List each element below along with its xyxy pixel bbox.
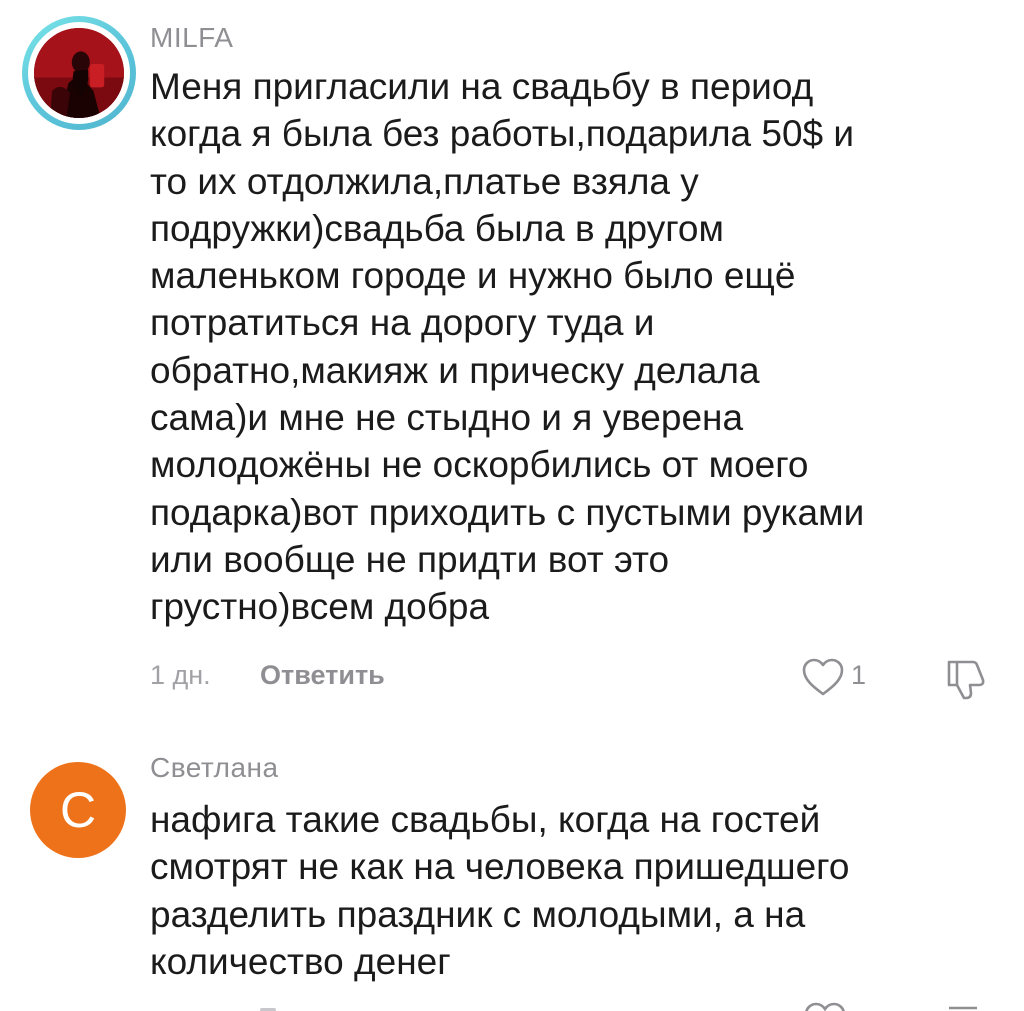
comment-timestamp: 1 дн.: [150, 660, 211, 690]
comment-text-line: подружки)свадьба была в другом: [150, 207, 724, 249]
comment-actions-partial: [150, 1000, 1000, 1011]
like-count: 1: [851, 660, 867, 690]
avatar-ring-gap: [28, 22, 130, 124]
comment-text-line: количество денег: [150, 940, 451, 982]
comment-text-line: обратно,макияж и прическу делала: [150, 349, 760, 391]
comment-author[interactable]: Светлана: [150, 752, 279, 784]
reply-button[interactable]: Ответить: [260, 660, 385, 691]
avatar-photo-image: [34, 28, 124, 118]
comment-text-line: подарка)вот приходить с пустыми руками: [150, 491, 865, 533]
thumbs-down-outline-icon[interactable]: [943, 656, 989, 702]
heart-outline-icon[interactable]: [802, 1000, 848, 1011]
comment-text-line: молодожёны не оскорбились от моего: [150, 444, 809, 486]
avatar[interactable]: C: [30, 762, 126, 858]
comment-text-line: сама)и мне не стыдно и я уверена: [150, 397, 744, 439]
avatar[interactable]: [34, 28, 124, 118]
comment-text-line: или вообще не придти вот это: [150, 538, 670, 580]
comment-text-line: разделить праздник с молодыми, а на: [150, 893, 806, 935]
thumbs-down-outline-icon[interactable]: [947, 1000, 987, 1011]
heart-outline-icon[interactable]: [800, 656, 846, 698]
avatar-story-ring[interactable]: [22, 16, 136, 130]
comment-text-line: смотрят не как на человека пришедшего: [150, 846, 850, 888]
comment-text-line: то их отдолжила,платье взяла у: [150, 160, 699, 202]
comment-text: нафига такие свадьбы, когда на гостей см…: [150, 796, 1010, 985]
comment-text-line: потратиться на дорогу туда и: [150, 302, 655, 344]
comment-text-line: грустно)всем добра: [150, 586, 490, 628]
comments-feed: MILFA Меня пригласили на свадьбу в перио…: [0, 0, 1024, 1011]
comment-text: Меня пригласили на свадьбу в период когд…: [150, 63, 1010, 631]
comment-text-line: когда я была без работы,подарила 50$ и: [150, 113, 855, 155]
comment-text-line: Меня пригласили на свадьбу в период: [150, 66, 814, 107]
comment-actions: 1 дн. Ответить 1: [150, 656, 1000, 700]
reply-button-fragment[interactable]: [258, 1000, 278, 1011]
comment-text-line: маленьком городе и нужно было ещё: [150, 255, 796, 297]
comment-text-line: нафига такие свадьбы, когда на гостей: [150, 799, 821, 840]
comment-author[interactable]: MILFA: [150, 22, 233, 54]
